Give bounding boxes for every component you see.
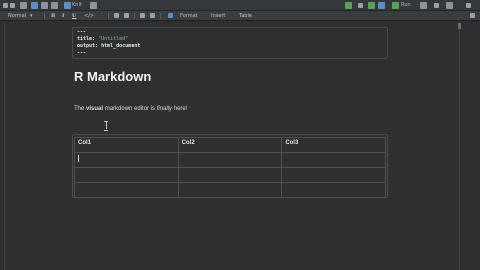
paragraph-bold-text: visual bbox=[86, 106, 104, 112]
outline-icon[interactable] bbox=[446, 2, 453, 9]
yaml-title-line: title: "Untitled" bbox=[77, 36, 128, 42]
paragraph-style-select[interactable]: Normal bbox=[8, 12, 26, 20]
mouse-ibeam-cursor bbox=[104, 121, 108, 131]
numbered-list-icon[interactable] bbox=[124, 13, 129, 18]
link-icon[interactable] bbox=[140, 13, 145, 18]
format-menu[interactable]: Format bbox=[180, 12, 198, 20]
source-toolbar: Knit Run bbox=[0, 0, 480, 11]
paragraph-text: markdown editor is bbox=[103, 106, 157, 112]
table-cell[interactable] bbox=[74, 182, 179, 198]
table-cell[interactable] bbox=[281, 152, 386, 168]
bold-button[interactable]: B bbox=[51, 12, 55, 20]
yaml-header-block[interactable]: --- title: "Untitled" output: html_docum… bbox=[72, 27, 388, 59]
toolbar-divider bbox=[134, 13, 135, 19]
find-replace-icon[interactable] bbox=[41, 2, 48, 9]
spellcheck-icon[interactable] bbox=[51, 2, 58, 9]
paragraph-italic-text: finally bbox=[156, 106, 173, 112]
text-caret bbox=[78, 155, 79, 162]
format-toolbar: Normal ▾ B I U </> Format Insert Table bbox=[0, 11, 480, 21]
table-header-row: Col1 Col2 Col3 bbox=[74, 137, 386, 153]
insert-chunk-icon[interactable] bbox=[345, 2, 352, 9]
knit-icon[interactable] bbox=[64, 2, 71, 9]
table-header-cell[interactable]: Col1 bbox=[74, 137, 179, 153]
yaml-delimiter: --- bbox=[77, 50, 87, 56]
re-run-icon[interactable] bbox=[420, 2, 427, 9]
forward-arrow-icon[interactable] bbox=[10, 3, 15, 8]
table-header-cell[interactable]: Col3 bbox=[281, 137, 386, 153]
toolbar-divider bbox=[44, 13, 45, 19]
yaml-title-value: "Untitled" bbox=[98, 36, 129, 42]
table-menu[interactable]: Table bbox=[239, 12, 252, 20]
down-arrow-icon[interactable] bbox=[378, 2, 385, 9]
italic-button[interactable]: I bbox=[62, 12, 64, 20]
yaml-output-key: output: bbox=[77, 43, 99, 49]
table-cell[interactable] bbox=[74, 152, 179, 168]
gear-icon[interactable] bbox=[90, 2, 97, 9]
format-icon bbox=[168, 13, 173, 18]
yaml-title-key: title: bbox=[77, 36, 96, 42]
editor-margin bbox=[4, 22, 5, 270]
table-row bbox=[74, 152, 386, 168]
chevron-down-icon[interactable] bbox=[358, 3, 363, 8]
code-button[interactable]: </> bbox=[84, 12, 94, 20]
table-cell[interactable] bbox=[177, 152, 283, 168]
table-header-cell[interactable]: Col2 bbox=[177, 137, 283, 153]
table-cell[interactable] bbox=[177, 182, 283, 198]
table-cell[interactable] bbox=[74, 167, 179, 183]
up-arrow-icon[interactable] bbox=[368, 2, 375, 9]
compass-icon[interactable] bbox=[466, 3, 471, 8]
yaml-output-value: html_document bbox=[101, 43, 141, 49]
collapse-icon[interactable] bbox=[470, 13, 475, 18]
insert-menu[interactable]: Insert bbox=[211, 12, 225, 20]
table-row bbox=[74, 167, 386, 183]
bullet-list-icon[interactable] bbox=[114, 13, 119, 18]
toolbar-divider bbox=[108, 13, 109, 19]
show-in-window-icon[interactable] bbox=[20, 2, 27, 9]
save-icon[interactable] bbox=[31, 2, 38, 9]
scrollbar-track[interactable] bbox=[459, 22, 460, 270]
table-cell[interactable] bbox=[281, 182, 386, 198]
toolbar-divider bbox=[160, 13, 161, 19]
yaml-delimiter: --- bbox=[77, 29, 87, 35]
image-icon[interactable] bbox=[150, 13, 155, 18]
data-table[interactable]: Col1 Col2 Col3 bbox=[74, 137, 386, 198]
run-icon[interactable] bbox=[392, 2, 399, 9]
run-button[interactable]: Run bbox=[401, 2, 411, 9]
scrollbar-thumb[interactable] bbox=[458, 23, 461, 29]
table-cell[interactable] bbox=[281, 167, 386, 183]
back-arrow-icon[interactable] bbox=[3, 3, 8, 8]
paragraph-text: The bbox=[74, 106, 87, 112]
table-cell[interactable] bbox=[177, 167, 283, 183]
chevron-down-icon[interactable] bbox=[434, 3, 439, 8]
body-paragraph[interactable]: The visual markdown editor is finally he… bbox=[74, 106, 187, 112]
knit-button[interactable]: Knit bbox=[72, 2, 82, 9]
chevron-down-icon[interactable]: ▾ bbox=[30, 12, 33, 20]
table-row bbox=[74, 182, 386, 198]
document-heading[interactable]: R Markdown bbox=[74, 69, 151, 84]
yaml-output-line: output: html_document bbox=[77, 43, 140, 49]
paragraph-text: here! bbox=[172, 106, 188, 112]
underline-button[interactable]: U bbox=[72, 12, 76, 20]
